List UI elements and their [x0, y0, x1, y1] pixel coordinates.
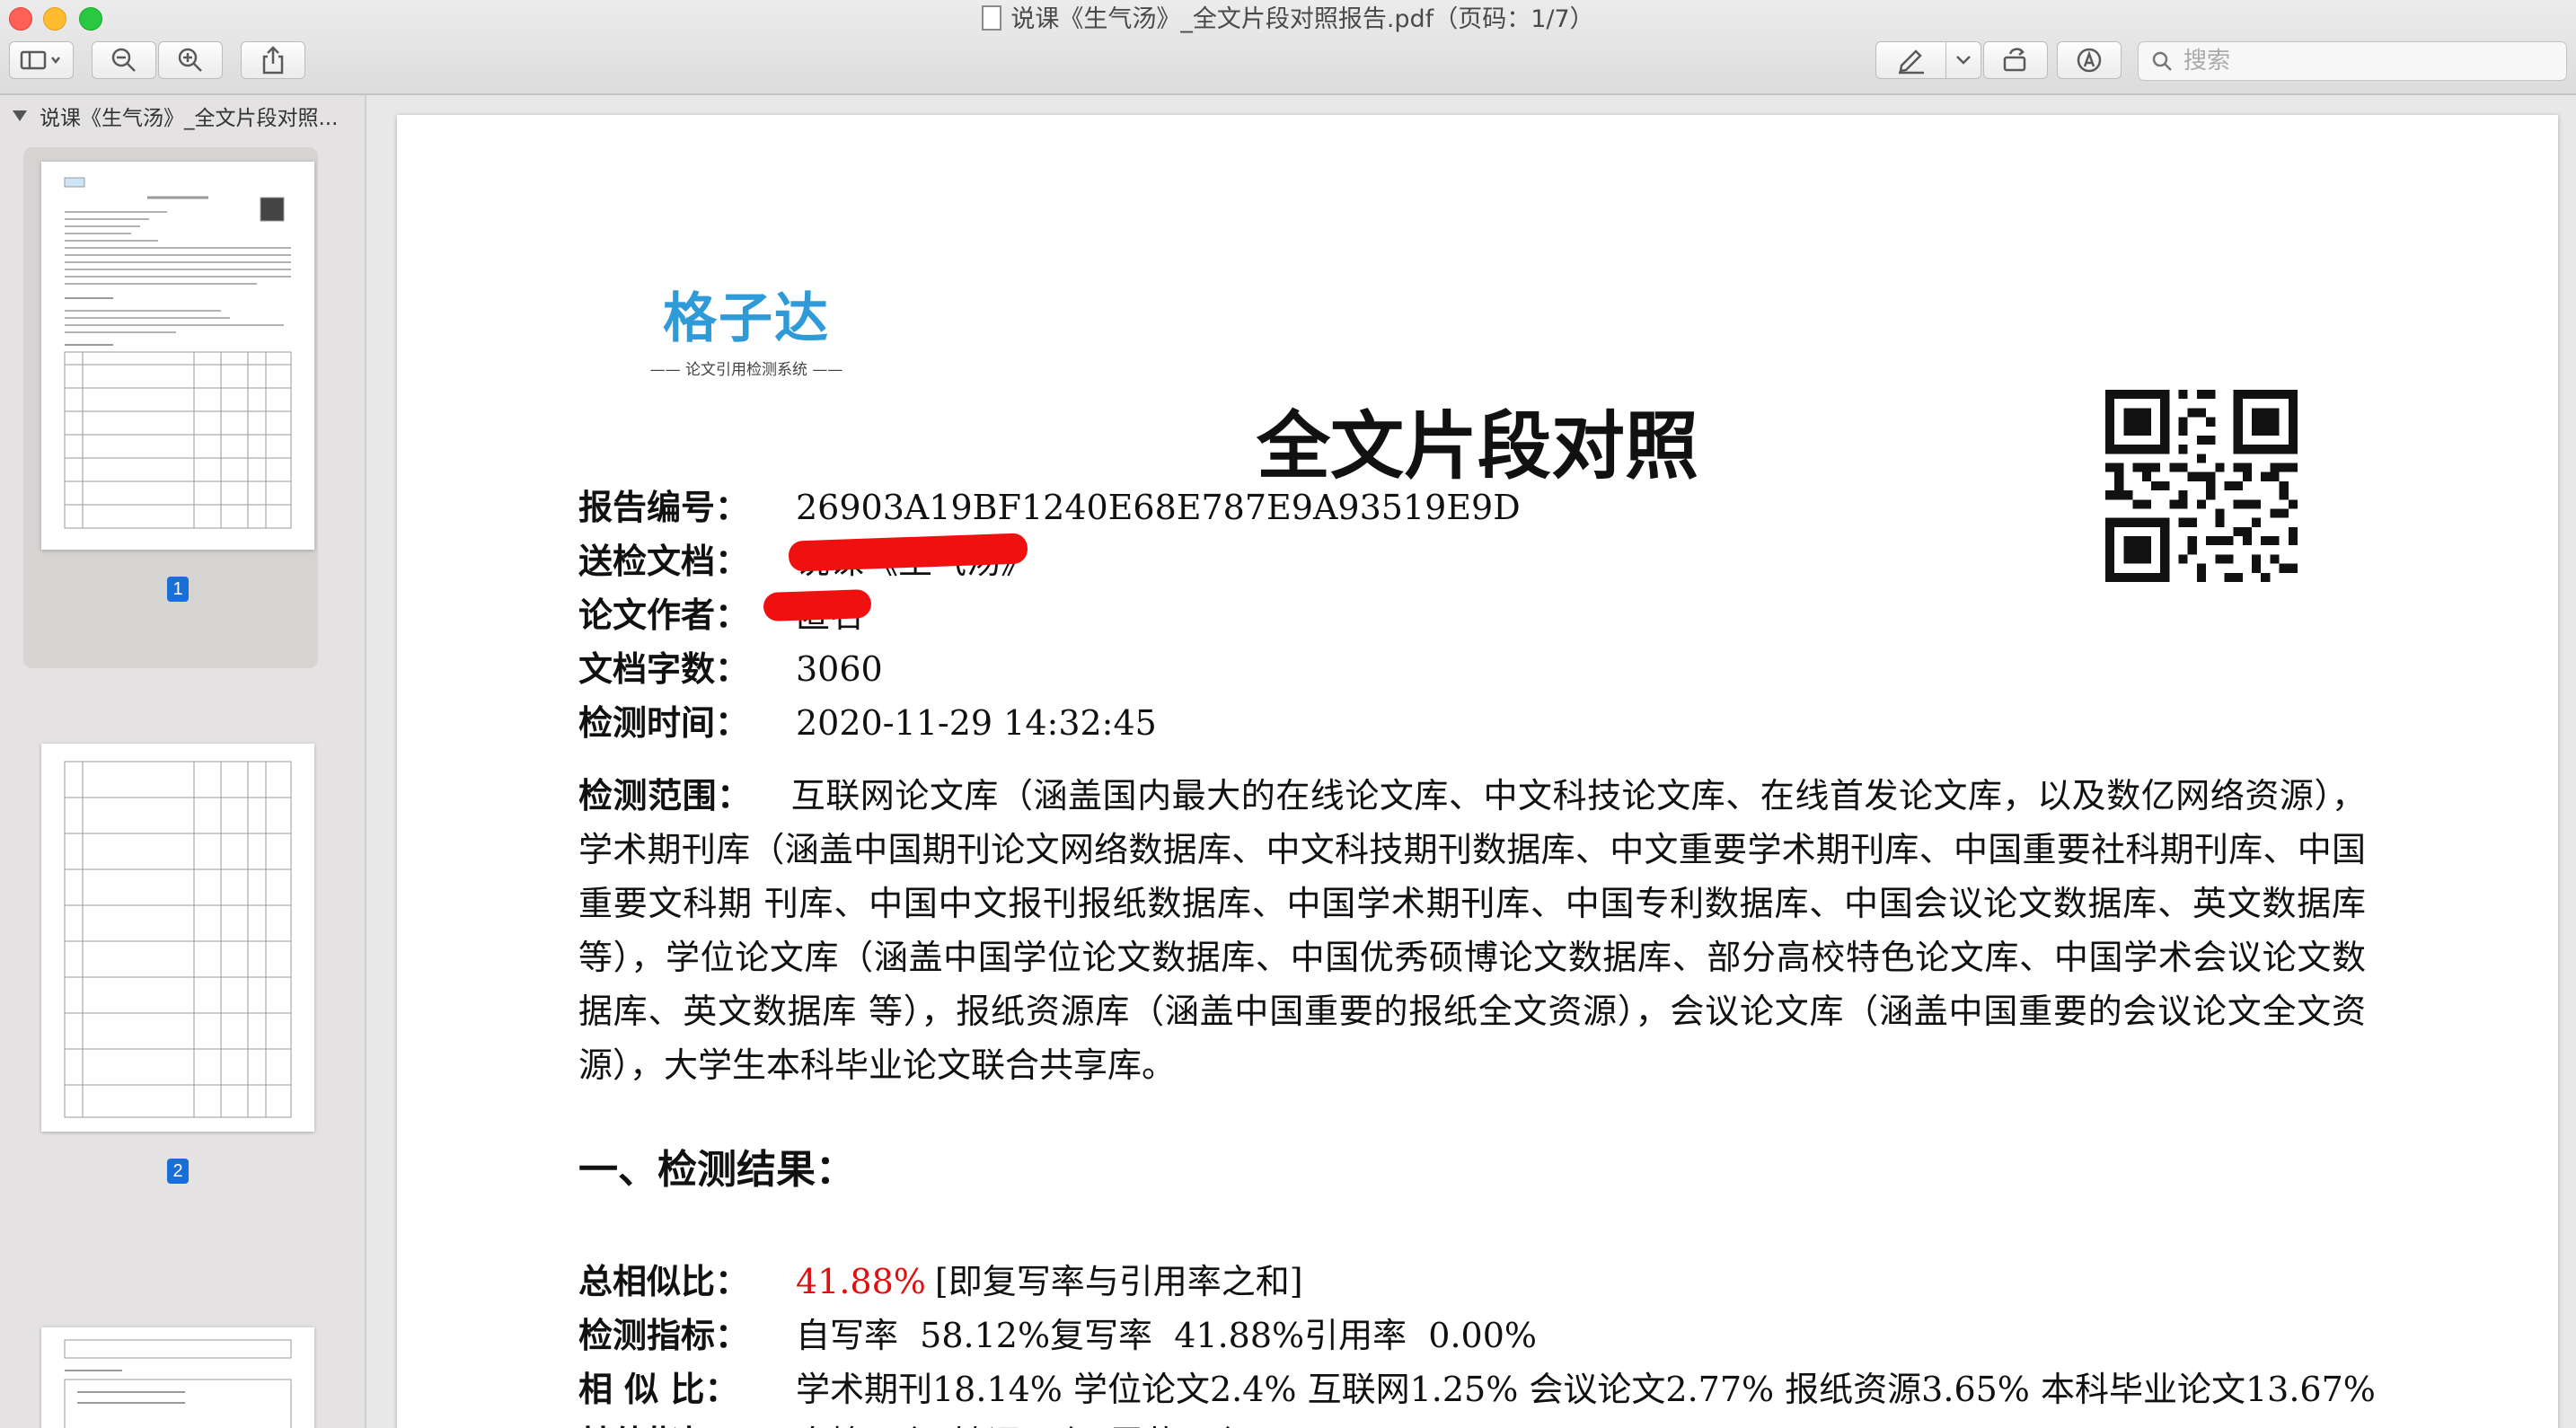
word-count-label: 文档字数： [578, 648, 750, 689]
rotate-icon [2003, 48, 2026, 72]
similarity-breakdown-row: 相 似 比： 学术期刊18.14% 学位论文2.4% 互联网1.25% 会议论文2… [578, 1362, 2376, 1411]
scope-label: 检测范围： [578, 775, 752, 815]
word-count-row: 文档字数： 3060 [578, 641, 883, 691]
markup-pen-icon [1899, 49, 1924, 75]
check-time-row: 检测时间： 2020-11-29 14:32:45 [578, 695, 1157, 745]
logo: 格子达 —— 论文引用检测系统 —— [634, 275, 859, 379]
qr-code-icon [2105, 390, 2298, 582]
page-3-preview [64, 1339, 292, 1428]
section-heading-results: 一、检测结果： [578, 1147, 855, 1193]
window-toolbar: 说课《生气汤》_全文片段对照报告.pdf（页码：1/7） [0, 0, 2576, 95]
zoom-in-icon [178, 48, 202, 72]
page-thumbnail-1[interactable] [41, 162, 314, 550]
page-number-badge-1[interactable]: 1 [167, 577, 189, 602]
zoom-in-button[interactable] [158, 41, 223, 79]
check-index-value: 自写率 58.12%复写率 41.88%引用率 0.00% [796, 1316, 1537, 1355]
scope-paragraph: 检测范围： 互联网论文库（涵盖国内最大的在线论文库、中文科技论文库、在线首发论文库… [578, 769, 2366, 1092]
window-title-text: 说课《生气汤》_全文片段对照报告.pdf（页码：1/7） [1010, 5, 1594, 33]
page-number-badge-2[interactable]: 2 [167, 1159, 189, 1184]
zoom-out-button[interactable] [92, 41, 156, 79]
rotate-button[interactable] [1983, 41, 2048, 79]
page-2-preview [64, 761, 292, 1118]
similarity-breakdown-value: 学术期刊18.14% 学位论文2.4% 互联网1.25% 会议论文2.77% 报… [796, 1370, 2376, 1409]
page-thumbnail-2[interactable] [41, 744, 314, 1132]
share-icon [262, 46, 284, 75]
markup-menu-button[interactable] [1945, 41, 1981, 79]
search-icon [2152, 51, 2172, 71]
other-index-row: 其他指标：自检0 个 敏词0 个 屏蔽0 个 [578, 1415, 1244, 1428]
share-button[interactable] [241, 41, 305, 79]
other-index-value: 自检0 个 敏词0 个 屏蔽0 个 [796, 1415, 1244, 1428]
word-count-value: 3060 [796, 649, 883, 689]
similarity-breakdown-label: 相 似 比： [578, 1369, 739, 1409]
window-title: 说课《生气汤》_全文片段对照报告.pdf（页码：1/7） [0, 2, 2576, 38]
sidebar-document-header[interactable]: 说课《生气汤》_全文片段对照... [0, 95, 365, 137]
check-time-label: 检测时间： [578, 702, 750, 743]
search-input[interactable] [2182, 47, 2545, 75]
logo-subtitle: —— 论文引用检测系统 —— [649, 361, 843, 379]
report-id-row: 报告编号： 26903A19BF1240E68E787E9A93519E9D [578, 480, 1521, 529]
sidebar-icon [20, 50, 60, 70]
author-label: 论文作者： [578, 595, 750, 635]
disclosure-triangle-icon[interactable] [13, 110, 27, 121]
total-similarity-note: [即复写率与引用率之和] [934, 1262, 1303, 1301]
other-index-label: 其他指标： [578, 1415, 796, 1428]
annotate-button[interactable] [2057, 41, 2122, 79]
sidebar-toggle-button[interactable] [9, 41, 74, 79]
search-field[interactable] [2138, 41, 2567, 81]
report-id-value: 26903A19BF1240E68E787E9A93519E9D [796, 488, 1521, 527]
document-name-label: 送检文档： [578, 541, 750, 581]
pdf-document-icon [982, 5, 1002, 31]
total-similarity-value: 41.88% [796, 1262, 926, 1301]
scope-text: 互联网论文库（涵盖国内最大的在线论文库、中文科技论文库、在线首发论文库，以及数亿… [578, 776, 2366, 1085]
redaction-mark [763, 588, 872, 622]
logo-text: 格子达 [663, 287, 830, 350]
sidebar-document-name: 说课《生气汤》_全文片段对照... [40, 107, 339, 130]
page-1-preview [64, 177, 292, 529]
check-time-value: 2020-11-29 14:32:45 [796, 703, 1157, 743]
thumbnail-sidebar[interactable]: 说课《生气汤》_全文片段对照... 1 2 [0, 95, 366, 1428]
markup-button[interactable] [1875, 41, 1947, 79]
total-similarity-row: 总相似比： 41.88% [即复写率与引用率之和] [578, 1254, 1303, 1303]
pdf-page: 格子达 —— 论文引用检测系统 —— 全文片段对照 报告编号： 26903A19B… [397, 115, 2558, 1428]
total-similarity-label: 总相似比： [578, 1261, 750, 1301]
document-view[interactable]: 格子达 —— 论文引用检测系统 —— 全文片段对照 报告编号： 26903A19B… [366, 95, 2576, 1428]
report-id-label: 报告编号： [578, 487, 750, 527]
page-thumbnail-3[interactable] [41, 1327, 314, 1428]
annotate-icon [2077, 48, 2102, 73]
chevron-down-icon [1956, 56, 1971, 65]
check-index-row: 检测指标： 自写率 58.12%复写率 41.88%引用率 0.00% [578, 1308, 1537, 1357]
check-index-label: 检测指标： [578, 1315, 750, 1355]
zoom-out-icon [111, 48, 136, 72]
